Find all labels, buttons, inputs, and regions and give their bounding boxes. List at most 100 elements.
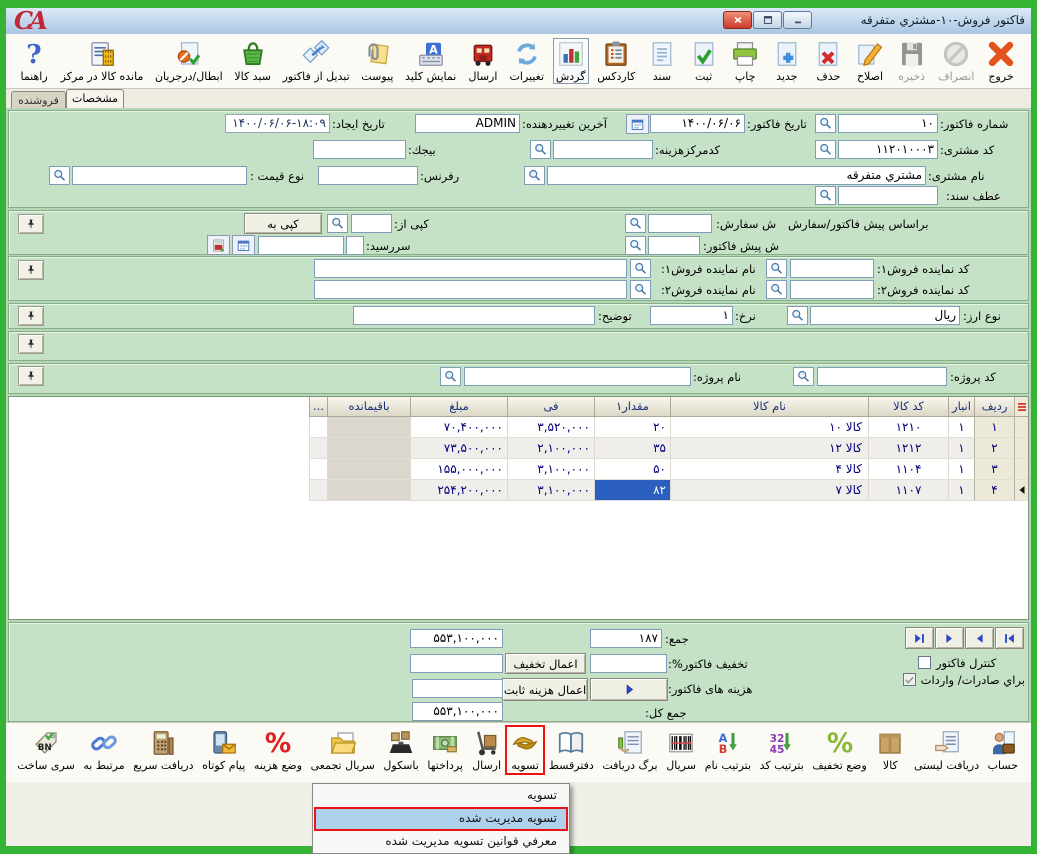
items-grid[interactable]: ...باقیماندهمبلغفیمقدار۱نام کالاکد کالاا… xyxy=(8,396,1029,620)
cell-wh[interactable]: ۱ xyxy=(948,417,974,438)
cell-code[interactable]: ۱۱۰۷ xyxy=(868,480,948,501)
cell-price[interactable]: ۳,۱۰۰,۰۰۰ xyxy=(507,480,594,501)
due-date-field[interactable] xyxy=(258,236,344,255)
project-code-search-button[interactable] xyxy=(793,367,814,386)
table-row[interactable]: ۷۰,۴۰۰,۰۰۰۳,۵۲۰,۰۰۰۲۰کالا ۱۰۱۲۱۰۱۱ xyxy=(309,417,1028,438)
toolbar-button-sort-by-code[interactable]: بترتیب کد xyxy=(757,727,807,773)
cell-row[interactable]: ۱ xyxy=(974,417,1014,438)
cell-remain[interactable] xyxy=(327,459,410,480)
toolbar-button-settlement[interactable]: تسویه xyxy=(507,727,543,773)
section-pin-button[interactable] xyxy=(18,214,44,234)
toolbar-button-new[interactable]: جدید xyxy=(769,38,805,84)
rep1-name-search-button[interactable] xyxy=(630,259,651,278)
cell-amount[interactable]: ۱۵۵,۰۰۰,۰۰۰ xyxy=(410,459,507,480)
cell-dots[interactable] xyxy=(309,438,327,459)
toolbar-button-sort-by-name[interactable]: بترتیب نام xyxy=(702,727,754,773)
cell-remain[interactable] xyxy=(327,438,410,459)
toolbar-button-discount-status[interactable]: وضع تخفیف xyxy=(809,727,869,773)
toolbar-button-show-keys[interactable]: نمایش کلید xyxy=(402,38,459,84)
column-header[interactable]: انبار xyxy=(948,397,974,417)
cell-code[interactable]: ۱۱۰۴ xyxy=(868,459,948,480)
cost-center-field[interactable] xyxy=(553,140,653,159)
nav-prev-button[interactable] xyxy=(965,627,994,649)
cell-name[interactable]: کالا ۷ xyxy=(670,480,868,501)
cell-dots[interactable] xyxy=(309,459,327,480)
nav-next-button[interactable] xyxy=(935,627,964,649)
section-pin-button[interactable] xyxy=(18,306,44,326)
cell-code[interactable]: ۱۲۱۲ xyxy=(868,438,948,459)
cell-qty[interactable]: ۲۰ xyxy=(594,417,670,438)
tab-specifications[interactable]: مشخصات xyxy=(66,89,124,108)
cell-name[interactable]: کالا ۱۰ xyxy=(670,417,868,438)
toolbar-button-changes[interactable]: تغییرات xyxy=(507,38,548,84)
column-header[interactable]: نام کالا xyxy=(670,397,868,417)
column-header[interactable]: ردیف xyxy=(974,397,1014,417)
project-name-search-button[interactable] xyxy=(440,367,461,386)
cell-row[interactable]: ۴ xyxy=(974,480,1014,501)
invoice-date-field[interactable]: ۱۴۰۰/۰۶/۰۶ xyxy=(650,114,745,133)
price-type-search-button[interactable] xyxy=(49,166,70,185)
customer-code-field[interactable]: ۱۱۲۰۱۰۰۰۳ xyxy=(838,140,938,159)
column-header[interactable]: مقدار۱ xyxy=(594,397,670,417)
toolbar-button-serial-cumulative[interactable]: سریال تجمعی xyxy=(308,727,378,773)
customer-name-search-button[interactable] xyxy=(524,166,545,185)
due-date-calendar-button[interactable] xyxy=(232,235,255,255)
menu-item[interactable]: تسويه مديريت شده xyxy=(315,808,567,830)
toolbar-button-expense-status[interactable]: وضع هزینه xyxy=(251,727,305,773)
section-pin-button[interactable] xyxy=(18,260,44,280)
cell-price[interactable]: ۲,۱۰۰,۰۰۰ xyxy=(507,438,594,459)
toolbar-button-installment-book[interactable]: دفترقسط xyxy=(546,727,597,773)
order-no-field[interactable] xyxy=(648,214,712,233)
invoice-date-calendar-button[interactable] xyxy=(626,114,649,134)
maximize-button[interactable] xyxy=(753,11,782,29)
cell-remain[interactable] xyxy=(327,417,410,438)
price-type-field[interactable] xyxy=(72,166,247,185)
rate-field[interactable]: ۱ xyxy=(650,306,733,325)
grid-menu-header[interactable] xyxy=(1014,397,1028,417)
toolbar-button-weighbridge[interactable]: باسکول xyxy=(380,727,421,773)
cell-wh[interactable]: ۱ xyxy=(948,480,974,501)
reference-field[interactable] xyxy=(318,166,418,185)
cost-center-search-button[interactable] xyxy=(530,140,551,159)
toolbar-button-receipt-sheet[interactable]: برگ دریافت xyxy=(599,727,660,773)
toolbar-button-batch-series[interactable]: سری ساخت xyxy=(14,727,78,773)
cell-remain[interactable] xyxy=(327,480,410,501)
toolbar-button-delete[interactable]: حذف xyxy=(810,38,846,84)
cell-dots[interactable] xyxy=(309,480,327,501)
copy-from-field[interactable] xyxy=(351,214,392,233)
rep2-name-search-button[interactable] xyxy=(630,280,651,299)
control-invoice-checkbox[interactable] xyxy=(918,656,931,669)
toolbar-button-print[interactable]: چاپ xyxy=(727,38,763,84)
note-field[interactable] xyxy=(353,306,595,325)
toolbar-button-cardex[interactable]: کاردکس xyxy=(594,38,638,84)
toolbar-button-save[interactable]: ذخیره xyxy=(894,38,930,84)
discount-percent-field[interactable] xyxy=(590,654,667,673)
nav-last-button[interactable] xyxy=(905,627,934,649)
project-name-field[interactable] xyxy=(464,367,691,386)
currency-field[interactable]: ریال xyxy=(810,306,960,325)
cell-qty[interactable]: ۸۲ xyxy=(594,480,670,501)
toolbar-button-payments[interactable]: پرداختها xyxy=(424,727,466,773)
toolbar-button-exit[interactable]: خروج xyxy=(983,38,1019,84)
toolbar-button-attachment[interactable]: پیوست xyxy=(358,38,396,84)
apply-fixed-expense-button[interactable]: اعمال هزینه ثابت xyxy=(502,678,588,701)
rep2-code-field[interactable] xyxy=(790,280,874,299)
rep1-name-field[interactable] xyxy=(314,259,627,278)
cell-price[interactable]: ۳,۱۰۰,۰۰۰ xyxy=(507,459,594,480)
cell-wh[interactable]: ۱ xyxy=(948,438,974,459)
copy-from-search-button[interactable] xyxy=(327,214,348,233)
toolbar-button-goods-box[interactable]: کالا xyxy=(872,727,908,773)
due-date-flag-field[interactable] xyxy=(346,236,364,255)
minimize-button[interactable] xyxy=(783,11,812,29)
doc-ref-field[interactable] xyxy=(838,186,938,205)
cell-row[interactable]: ۲ xyxy=(974,438,1014,459)
column-header[interactable]: باقیمانده xyxy=(327,397,410,417)
rep2-name-field[interactable] xyxy=(314,280,627,299)
customer-code-search-button[interactable] xyxy=(815,140,836,159)
toolbar-button-document[interactable]: سند xyxy=(644,38,680,84)
bijak-field[interactable] xyxy=(313,140,406,159)
section-pin-button[interactable] xyxy=(18,366,44,386)
proforma-no-search-button[interactable] xyxy=(625,236,646,255)
cell-code[interactable]: ۱۲۱۰ xyxy=(868,417,948,438)
table-row[interactable]: ۷۳,۵۰۰,۰۰۰۲,۱۰۰,۰۰۰۳۵کالا ۱۲۱۲۱۲۱۲ xyxy=(309,438,1028,459)
